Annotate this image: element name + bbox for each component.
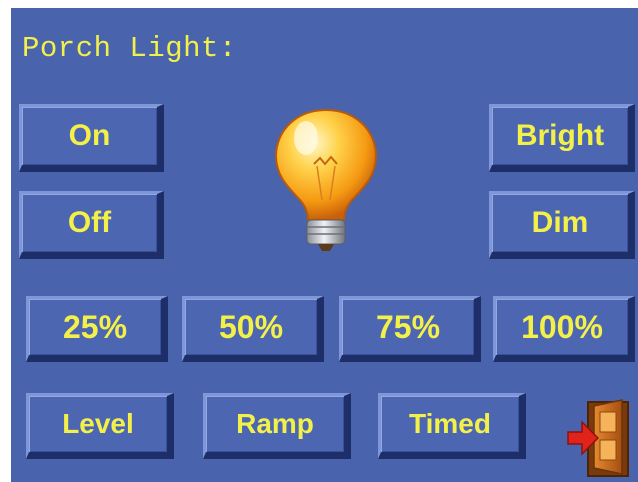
dim-button[interactable]: Dim (489, 191, 635, 259)
exit-door-icon[interactable] (566, 398, 630, 478)
preset-100-button[interactable]: 100% (493, 296, 635, 362)
off-button[interactable]: Off (19, 191, 164, 259)
timed-button[interactable]: Timed (378, 393, 526, 459)
on-button[interactable]: On (19, 104, 164, 172)
preset-75-button[interactable]: 75% (339, 296, 481, 362)
bright-button[interactable]: Bright (489, 104, 635, 172)
light-bulb-icon (274, 108, 378, 251)
ramp-button[interactable]: Ramp (203, 393, 351, 459)
preset-25-button[interactable]: 25% (26, 296, 168, 362)
page-title: Porch Light: (22, 32, 237, 65)
level-button[interactable]: Level (26, 393, 174, 459)
preset-50-button[interactable]: 50% (182, 296, 324, 362)
